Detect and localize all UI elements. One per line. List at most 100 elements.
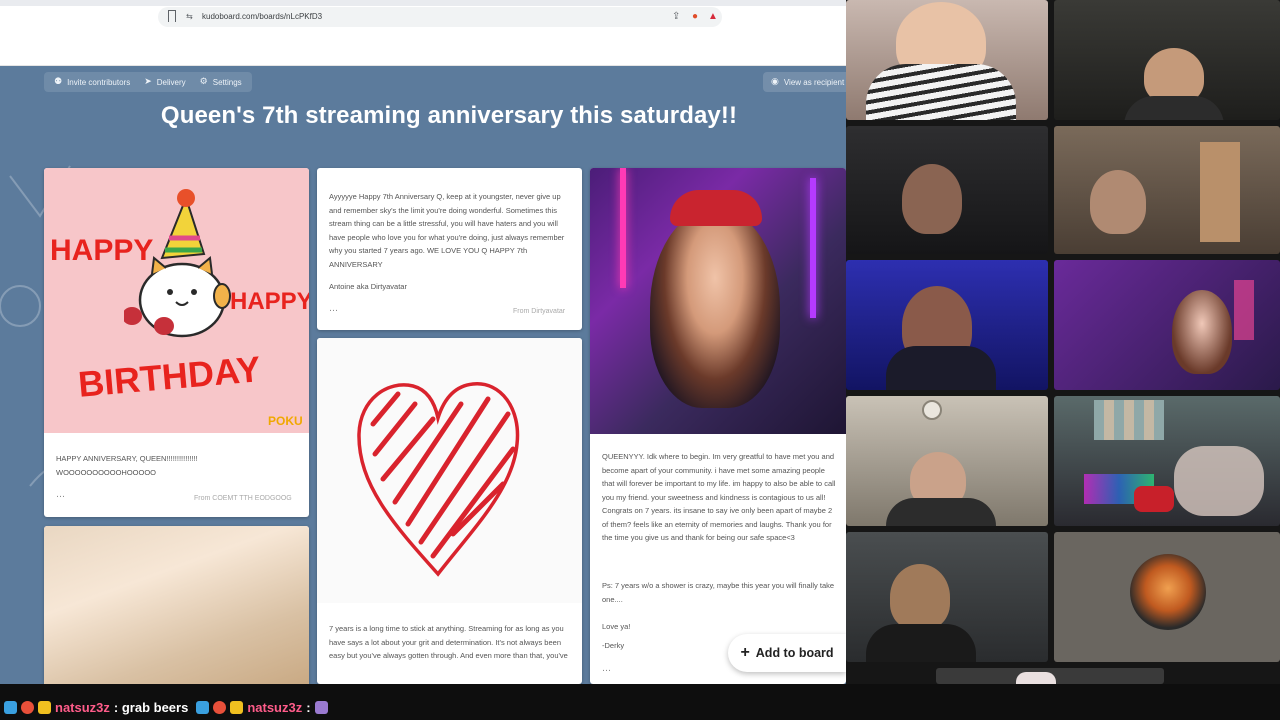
stream-screen: ⇆ kudoboard.com/boards/nLcPKfD3 ⇪ ● ▲ ⚉ xyxy=(0,0,1280,720)
post-card[interactable] xyxy=(44,526,309,684)
post-message: QUEENYYY. Idk where to begin. Im very gr… xyxy=(602,452,836,542)
post-image xyxy=(317,338,582,603)
neon-light xyxy=(1234,280,1254,340)
delivery-label: Delivery xyxy=(156,77,186,87)
stream-chat: natsuz3z : grab beers natsuz3z : xyxy=(0,684,1280,720)
post-closing: Love ya! xyxy=(602,622,631,631)
more-options-icon[interactable]: … xyxy=(329,304,338,314)
participant-video xyxy=(1054,532,1280,662)
participant-video xyxy=(846,126,1048,254)
warning-icon[interactable]: ▲ xyxy=(708,11,718,23)
eye-icon: ◉ xyxy=(771,77,779,87)
post-author: From Dirtyavatar xyxy=(513,308,566,315)
view-as-label: View as recipient xyxy=(783,77,845,87)
chat-text: : xyxy=(306,700,311,715)
post-card[interactable]: QUEENYYY. Idk where to begin. Im very gr… xyxy=(590,168,846,684)
app-header xyxy=(0,28,846,66)
participant-figure xyxy=(1172,290,1232,374)
artist-signature: POKU xyxy=(268,414,303,428)
participant-video xyxy=(1054,396,1280,526)
wall-posters xyxy=(1094,400,1164,440)
heart-emote-icon xyxy=(21,701,34,714)
blurred-object xyxy=(1174,446,1264,516)
browser-window: ⇆ kudoboard.com/boards/nLcPKfD3 ⇪ ● ▲ ⚉ xyxy=(0,0,846,684)
striped-shirt xyxy=(866,64,1016,120)
participant-video xyxy=(1054,260,1280,390)
participant-video xyxy=(846,396,1048,526)
participant-video xyxy=(846,0,1048,120)
post-card[interactable]: Ayyyyye Happy 7th Anniversary Q, keep at… xyxy=(317,168,582,330)
participant-figure xyxy=(890,564,950,630)
post-image xyxy=(44,526,309,684)
gear-icon: ⚙ xyxy=(199,77,208,87)
participant-video xyxy=(936,668,1164,684)
participant-body xyxy=(1124,96,1224,120)
chat-message-line: natsuz3z : grab beers natsuz3z : xyxy=(4,700,328,715)
invite-contributors-button[interactable]: ⚉ Invite contributors xyxy=(48,72,136,92)
video-call-grid xyxy=(846,0,1280,684)
participant-body xyxy=(866,624,976,662)
post-card[interactable]: HAPPY HAPPY BIRTHDAY POKU HAPPY ANNIVERS… xyxy=(44,168,309,517)
neon-light xyxy=(620,168,626,288)
wall-clock xyxy=(922,400,942,420)
add-user-icon: ⚉ xyxy=(54,77,63,87)
settings-label: Settings xyxy=(212,77,242,87)
avatar-figure xyxy=(1130,554,1206,630)
kudoboard: ⚉ Invite contributors ➤ Delivery ⚙ Setti… xyxy=(0,66,846,684)
extension-icon[interactable]: ● xyxy=(692,11,698,23)
site-info-icon[interactable]: ⇆ xyxy=(186,12,193,21)
view-as-recipient-button[interactable]: ◉ View as recipient xyxy=(763,72,846,92)
add-to-board-button[interactable]: + Add to board xyxy=(728,634,846,672)
heart-drawing xyxy=(357,382,520,577)
post-image xyxy=(590,168,846,434)
delivery-button[interactable]: ➤ Delivery xyxy=(138,72,191,92)
crown-emote-icon xyxy=(38,701,51,714)
post-message: 7 years is a long time to stick at anyth… xyxy=(329,624,568,660)
neon-light xyxy=(810,178,816,318)
participant-video xyxy=(846,260,1048,390)
send-icon: ➤ xyxy=(144,77,152,87)
chat-text: : grab beers xyxy=(113,700,189,715)
post-message: HAPPY ANNIVERSARY, QUEEN!!!!!!!!!!!!!!! … xyxy=(56,454,198,477)
participant-figure xyxy=(1090,170,1146,234)
chat-username[interactable]: natsuz3z xyxy=(247,700,302,715)
happy-text: HAPPY xyxy=(230,288,309,315)
cat-illustration xyxy=(124,189,231,338)
participant-video xyxy=(1054,126,1280,254)
url-text[interactable]: kudoboard.com/boards/nLcPKfD3 xyxy=(202,12,322,21)
post-author: From COEMT TTH EODGOOG xyxy=(194,495,292,502)
character-emote-icon xyxy=(314,701,328,714)
cube-emote-icon xyxy=(196,701,210,714)
chat-username[interactable]: natsuz3z xyxy=(55,700,110,715)
cube-emote-icon xyxy=(4,701,17,714)
post-ps: Ps: 7 years w/o a shower is crazy, maybe… xyxy=(602,581,835,604)
post-signature: Antoine aka Dirtyavatar xyxy=(329,282,407,291)
streamer-photo xyxy=(650,208,780,408)
post-card[interactable]: 7 years is a long time to stick at anyth… xyxy=(317,338,582,684)
doorway xyxy=(1200,142,1240,242)
more-options-icon[interactable]: … xyxy=(602,664,611,674)
participant-body xyxy=(886,498,996,526)
avatar-figure xyxy=(1016,672,1056,684)
post-image: HAPPY HAPPY BIRTHDAY POKU xyxy=(44,168,309,433)
heart-emote-icon xyxy=(213,701,227,714)
participant-video xyxy=(1054,0,1280,120)
participant-figure xyxy=(902,164,962,234)
red-cap xyxy=(670,190,762,226)
more-options-icon[interactable]: … xyxy=(56,490,65,500)
share-icon[interactable]: ⇪ xyxy=(672,11,680,23)
address-bar[interactable]: ⇆ kudoboard.com/boards/nLcPKfD3 ⇪ ● ▲ xyxy=(158,7,722,27)
participant-body xyxy=(886,346,996,390)
participant-video xyxy=(846,532,1048,662)
settings-button[interactable]: ⚙ Settings xyxy=(194,72,248,92)
board-toolbar: ⚉ Invite contributors ➤ Delivery ⚙ Setti… xyxy=(44,72,252,92)
add-to-board-label: Add to board xyxy=(755,646,834,660)
invite-label: Invite contributors xyxy=(67,77,131,87)
plus-icon: + xyxy=(740,644,750,661)
tab-strip xyxy=(0,0,846,6)
post-message: Ayyyyye Happy 7th Anniversary Q, keep at… xyxy=(329,192,565,269)
red-object xyxy=(1134,486,1174,512)
crown-emote-icon xyxy=(230,701,244,714)
board-title: Queen's 7th streaming anniversary this s… xyxy=(160,102,738,129)
bookmark-icon[interactable] xyxy=(168,10,176,22)
